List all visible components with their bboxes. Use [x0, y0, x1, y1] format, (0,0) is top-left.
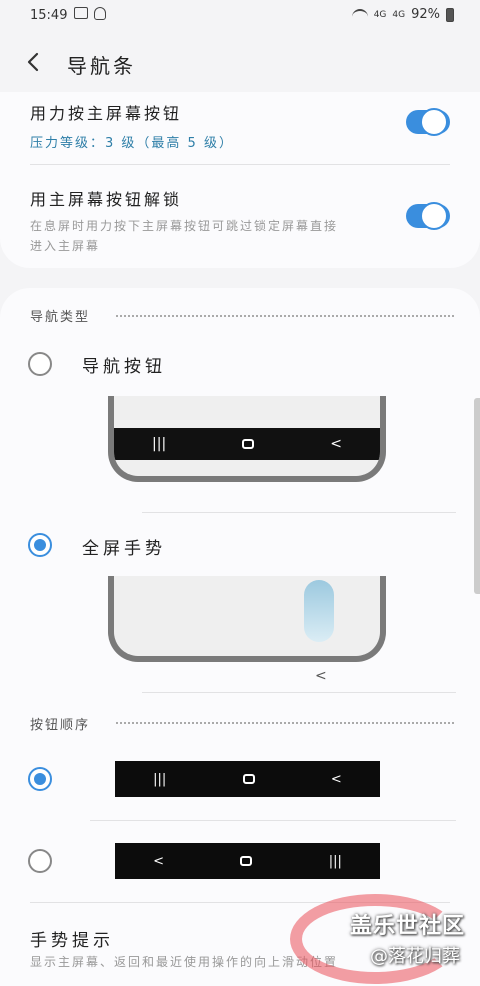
battery-percent: 92%	[411, 7, 440, 22]
back-nav-icon: <	[330, 771, 342, 787]
notification-icon	[94, 7, 106, 20]
gesture-hint-pill	[304, 580, 334, 642]
order-option-2-radio[interactable]	[28, 849, 52, 873]
fullscreen-gestures-radio[interactable]	[28, 533, 52, 557]
nav-buttons-strip: ||| <	[114, 428, 380, 460]
divider	[90, 820, 456, 821]
unlock-desc: 在息屏时用力按下主屏幕按钮可跳过锁定屏幕直接 进入主屏幕	[30, 219, 339, 253]
pressure-setting-row[interactable]: 用力按主屏幕按钮 压力等级：3 级（最高 5 级）	[30, 100, 430, 151]
watermark: 盖乐世社区 @落花归葬	[290, 890, 480, 986]
app-header: 导航条	[0, 38, 480, 86]
back-nav-icon: <	[330, 436, 342, 452]
order-option-2-preview[interactable]: < |||	[115, 843, 380, 879]
pressure-toggle[interactable]	[406, 108, 450, 136]
watermark-brand: 盖乐世社区	[350, 914, 466, 939]
back-arrow-icon	[27, 52, 39, 72]
divider	[30, 164, 450, 165]
pressure-title: 用力按主屏幕按钮	[30, 104, 183, 123]
unlock-title: 用主屏幕按钮解锁	[30, 190, 183, 209]
fullscreen-gestures-label[interactable]: 全屏手势	[82, 534, 166, 559]
order-option-1-preview[interactable]: ||| <	[115, 761, 380, 797]
recent-apps-icon: |||	[152, 436, 167, 452]
wifi-icon	[351, 8, 368, 21]
back-button[interactable]	[20, 48, 48, 76]
watermark-user: @落花归葬	[370, 946, 460, 967]
unlock-setting-row[interactable]: 用主屏幕按钮解锁 在息屏时用力按下主屏幕按钮可跳过锁定屏幕直接 进入主屏幕	[30, 186, 390, 256]
recent-apps-icon: |||	[153, 771, 167, 787]
nav-buttons-radio[interactable]	[28, 352, 52, 376]
home-icon	[242, 774, 255, 784]
gesture-hint-title: 手势提示	[30, 931, 114, 951]
divider	[142, 512, 456, 513]
nav-type-header: 导航类型	[30, 310, 91, 325]
nav-buttons-label[interactable]: 导航按钮	[82, 352, 166, 377]
page-title: 导航条	[67, 54, 136, 78]
fullscreen-gestures-preview[interactable]	[108, 576, 386, 662]
order-option-1-radio[interactable]	[28, 767, 52, 791]
scrollbar[interactable]	[474, 398, 480, 594]
home-icon	[242, 439, 255, 449]
recent-apps-icon: |||	[328, 853, 342, 869]
settings-card-home-button: 用力按主屏幕按钮 压力等级：3 级（最高 5 级） 用主屏幕按钮解锁 在息屏时用…	[0, 92, 480, 268]
back-nav-icon: <	[153, 853, 165, 869]
settings-card-navigation: 导航类型 导航按钮 ||| < 全屏手势 < 按钮顺序 ||| < < |||	[0, 288, 480, 986]
section-dots	[116, 315, 454, 317]
signal-icon-2: 4G	[392, 9, 406, 20]
home-icon	[240, 856, 253, 866]
nav-buttons-preview[interactable]: ||| <	[108, 396, 386, 482]
button-order-header: 按钮顺序	[30, 718, 91, 733]
section-dots	[116, 722, 454, 724]
signal-icon: 4G	[373, 9, 387, 20]
gallery-icon	[74, 7, 88, 19]
gesture-back-hint-icon: <	[315, 668, 327, 684]
status-time: 15:49	[30, 8, 68, 23]
unlock-toggle[interactable]	[406, 202, 450, 230]
pressure-level-text: 压力等级：3 级（最高 5 级）	[30, 136, 234, 151]
battery-icon	[446, 7, 454, 22]
status-bar: 15:49 4G 4G 92%	[0, 0, 480, 30]
divider	[142, 692, 456, 693]
